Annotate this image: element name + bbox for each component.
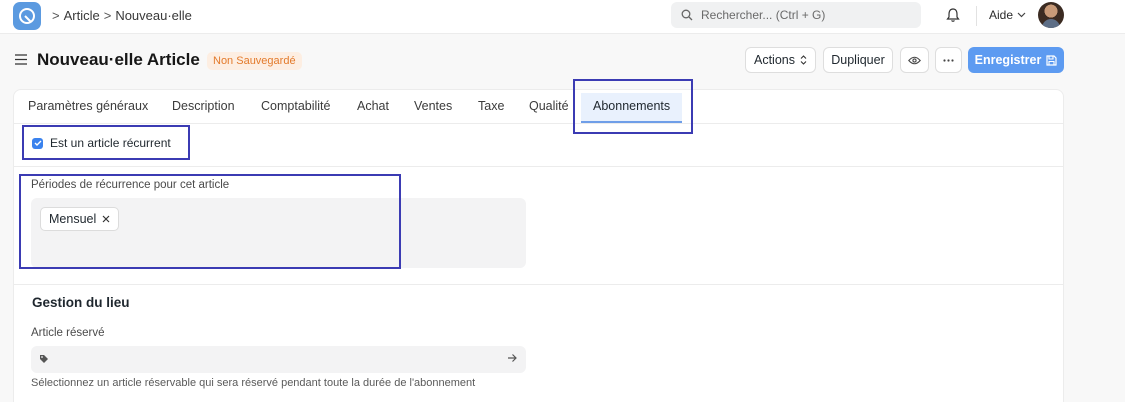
location-section-title: Gestion du lieu [32,295,130,310]
form-card: Paramètres généraux Description Comptabi… [13,89,1064,402]
period-pill-label: Mensuel [49,212,97,226]
tab-purchase[interactable]: Achat [357,99,389,113]
reserved-item-help: Sélectionnez un article réservable qui s… [31,377,476,389]
tag-icon [40,355,48,363]
reserved-item-field[interactable] [31,346,526,373]
bell-icon[interactable] [946,7,960,23]
recurring-checkbox-row[interactable]: Est un article récurrent [32,136,171,150]
tab-tax[interactable]: Taxe [478,99,504,113]
help-label: Aide [989,8,1014,22]
navbar-divider [976,6,977,26]
floppy-disk-icon [1046,54,1057,66]
save-label: Enregistrer [974,53,1042,67]
periods-label: Périodes de récurrence pour cet article [31,179,230,191]
help-menu[interactable]: Aide [989,8,1026,22]
breadcrumb-item-new[interactable]: Nouveau·elle [115,8,192,23]
tab-sales[interactable]: Ventes [414,99,452,113]
avatar[interactable] [1038,2,1064,28]
reserved-item-label: Article réservé [31,327,105,339]
section-divider [14,284,1063,285]
section-divider [14,166,1063,167]
chevron-down-icon [1017,12,1026,18]
arrow-right-icon[interactable] [507,353,518,363]
search-input[interactable] [701,6,911,24]
breadcrumb-separator: > [52,8,60,23]
tab-accounting[interactable]: Comptabilité [261,99,330,113]
breadcrumb-separator: > [103,8,112,23]
tab-quality[interactable]: Qualité [529,99,569,113]
page-title: Nouveau·elle Article [37,50,200,69]
breadcrumb: > Article > Nouveau·elle [52,8,192,23]
eye-icon [908,56,921,64]
recurring-checkbox[interactable] [32,137,43,149]
tab-description[interactable]: Description [172,99,235,113]
more-options-button[interactable] [935,47,962,73]
more-horizontal-icon [943,58,954,62]
actions-button[interactable]: Actions [745,47,816,73]
breadcrumb-item-article[interactable]: Article [64,8,100,23]
tab-subscriptions[interactable]: Abonnements [581,93,683,123]
top-navbar: > Article > Nouveau·elle Aide [0,0,1125,34]
tab-general-settings[interactable]: Paramètres généraux [28,99,148,113]
tab-bar: Paramètres généraux Description Comptabi… [14,90,1063,124]
search-bar[interactable] [671,2,921,28]
duplicate-button[interactable]: Dupliquer [823,47,893,73]
sort-arrows-icon [800,55,807,65]
status-badge: Non Sauvegardé [207,52,302,70]
period-pill-monthly: Mensuel [40,207,120,231]
close-icon[interactable] [102,215,110,223]
recurring-checkbox-label: Est un article récurrent [50,136,171,150]
search-icon [681,9,693,21]
view-button[interactable] [900,47,929,73]
periods-multiselect[interactable]: Mensuel [31,198,526,268]
hamburger-menu-icon[interactable] [15,54,27,65]
save-button[interactable]: Enregistrer [968,47,1064,73]
app-logo-icon[interactable] [13,2,41,30]
actions-label: Actions [754,53,795,67]
duplicate-label: Dupliquer [831,53,885,67]
checkmark-icon [34,140,41,146]
